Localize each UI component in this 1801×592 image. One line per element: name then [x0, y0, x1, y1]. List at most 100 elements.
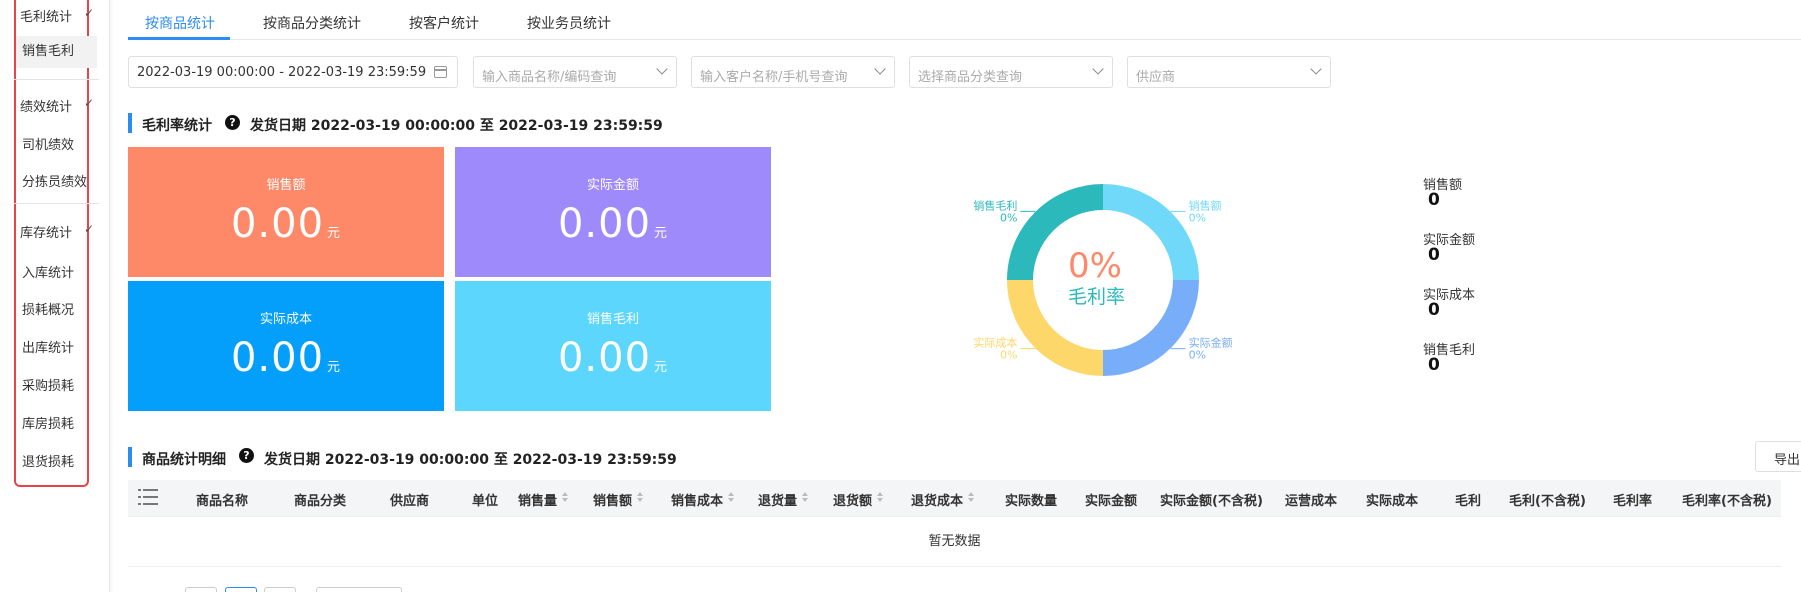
sort-icon[interactable]: [637, 492, 643, 504]
donut-center-value: 0%: [1068, 246, 1122, 286]
detail-section-date: 发货日期 2022-03-19 00:00:00 至 2022-03-19 23…: [264, 452, 677, 468]
donut-segment-label: 销售毛利: [973, 198, 1017, 212]
card-sales-gross-profit: 销售毛利 0.00 元: [455, 281, 771, 411]
column-header[interactable]: 销售成本: [671, 490, 723, 509]
column-header[interactable]: 退货量: [758, 490, 797, 509]
column-header: 实际金额(不含税): [1160, 494, 1263, 509]
card-label: 销售毛利: [586, 312, 639, 327]
donut-segment-label: 销售额: [1189, 198, 1222, 212]
chevron-down-icon: [874, 63, 886, 75]
column-header[interactable]: 销售量: [518, 490, 557, 509]
column-header: 毛利率(不含税): [1682, 494, 1772, 509]
nav-group-inventory[interactable]: 库存统计 ✓: [20, 222, 94, 241]
donut-segment-percent: 0%: [1189, 211, 1206, 224]
pagination-page-button[interactable]: [225, 587, 257, 592]
margin-section-date: 发货日期 2022-03-19 00:00:00 至 2022-03-19 23…: [250, 118, 663, 134]
nav-group-gross-profit[interactable]: 毛利统计 ✓: [20, 6, 94, 25]
column-header: 单位: [472, 494, 499, 509]
tab-by-product-category[interactable]: 按商品分类统计: [263, 13, 361, 33]
sidebar: 毛利统计 ✓ 销售毛利 绩效统计 ✓ 司机绩效 分拣员绩效 库存统计 ✓ 入库统…: [0, 0, 110, 592]
chevron-down-icon: [1310, 63, 1322, 75]
card-label: 销售额: [266, 178, 306, 193]
section-accent-bar: [128, 113, 132, 133]
sort-icon[interactable]: [877, 492, 883, 504]
pagination-size-select[interactable]: [316, 587, 402, 592]
column-header: 毛利率: [1613, 494, 1653, 509]
column-header: 毛利(不含税): [1509, 494, 1586, 509]
section-accent-bar: [128, 447, 132, 467]
sort-icon[interactable]: [562, 492, 568, 504]
table-header: 商品名称 商品分类 供应商 单位 销售量 销售额 销售成本 退货量 退货额 退货成本 实际数量 实际金…: [128, 480, 1781, 517]
column-header: 毛利: [1455, 494, 1482, 509]
product-search-select[interactable]: 输入商品名称/编码查询: [473, 56, 677, 88]
donut-segment-percent: 0%: [1000, 349, 1017, 362]
help-icon[interactable]: ?: [239, 448, 254, 463]
card-value: 0.00 元: [557, 201, 669, 247]
table-empty-row: 暂无数据: [128, 517, 1781, 567]
donut-segment-percent: 0%: [1189, 349, 1206, 362]
active-tab-indicator: [128, 37, 230, 40]
nav-item-sales-gross-profit[interactable]: 销售毛利: [16, 36, 97, 68]
date-range-picker[interactable]: 2022-03-19 00:00:00 - 2022-03-19 23:59:5…: [128, 56, 458, 88]
margin-section-title: 毛利率统计: [142, 118, 212, 134]
donut-segment-label: 实际成本: [973, 336, 1017, 350]
card-value: 0.00 元: [557, 335, 669, 381]
nav-divider: [14, 203, 99, 204]
nav-item-purchase-loss[interactable]: 采购损耗: [22, 375, 74, 394]
calendar-icon: [434, 66, 447, 78]
pagination-next-button[interactable]: [264, 587, 296, 592]
chevron-down-icon: [1092, 63, 1104, 75]
column-header: 商品分类: [294, 494, 347, 509]
sort-icon[interactable]: [968, 492, 974, 504]
nav-divider: [14, 79, 99, 80]
column-header: 实际金额: [1085, 494, 1138, 509]
column-header: 商品名称: [196, 494, 249, 509]
chevron-down-icon: ✓: [84, 96, 95, 110]
nav-group-label: 绩效统计: [20, 100, 73, 115]
sort-icon[interactable]: [728, 492, 734, 504]
column-header: 实际数量: [1005, 494, 1058, 509]
summary-value: 0: [1428, 245, 1440, 265]
tab-by-product[interactable]: 按商品统计: [145, 13, 215, 33]
card-value: 0.00 元: [230, 335, 342, 381]
summary-value: 0: [1428, 300, 1440, 320]
column-header[interactable]: 销售额: [593, 490, 632, 509]
card-actual-amount: 实际金额 0.00 元: [455, 147, 771, 277]
date-range-value: 2022-03-19 00:00:00 - 2022-03-19 23:59:5…: [137, 65, 427, 80]
nav-item-inbound-stats[interactable]: 入库统计: [22, 262, 74, 281]
supplier-select[interactable]: 供应商: [1127, 56, 1331, 88]
category-select[interactable]: 选择商品分类查询: [909, 56, 1113, 88]
tab-by-salesperson[interactable]: 按业务员统计: [527, 13, 611, 33]
card-label: 实际金额: [586, 178, 639, 193]
column-header[interactable]: 退货额: [833, 490, 872, 509]
nav-item-return-loss[interactable]: 退货损耗: [22, 451, 74, 470]
nav-item-warehouse-loss[interactable]: 库房损耗: [22, 413, 74, 432]
detail-section-title: 商品统计明细: [142, 452, 226, 468]
nav-item-outbound-stats[interactable]: 出库统计: [22, 337, 74, 356]
donut-center-label: 毛利率: [1068, 286, 1125, 308]
sort-icon[interactable]: [802, 492, 808, 504]
nav-item-sorter-performance[interactable]: 分拣员绩效: [22, 171, 87, 190]
tab-by-customer[interactable]: 按客户统计: [409, 13, 479, 33]
nav-item-loss-overview[interactable]: 损耗概况: [22, 299, 74, 318]
column-header[interactable]: 退货成本: [911, 490, 963, 509]
export-button[interactable]: 导出: [1755, 441, 1801, 472]
help-icon[interactable]: ?: [225, 115, 240, 130]
card-label: 实际成本: [259, 312, 312, 327]
chevron-down-icon: ✓: [84, 222, 95, 236]
category-placeholder: 选择商品分类查询: [918, 70, 1023, 85]
chevron-down-icon: [656, 63, 668, 75]
card-sales-amount: 销售额 0.00 元: [128, 147, 444, 277]
customer-search-placeholder: 输入客户名称/手机号查询: [700, 70, 848, 85]
column-header: 运营成本: [1285, 494, 1338, 509]
nav-item-driver-performance[interactable]: 司机绩效: [22, 134, 74, 153]
nav-group-performance[interactable]: 绩效统计 ✓: [20, 96, 94, 115]
pagination-prev-button[interactable]: [185, 587, 217, 592]
tab-bar: [128, 0, 1801, 40]
column-settings-icon[interactable]: [138, 488, 158, 506]
customer-search-select[interactable]: 输入客户名称/手机号查询: [691, 56, 895, 88]
supplier-placeholder: 供应商: [1136, 70, 1176, 85]
donut-segment-label: 实际金额: [1189, 336, 1233, 350]
summary-value: 0: [1428, 355, 1440, 375]
card-value: 0.00 元: [230, 201, 342, 247]
